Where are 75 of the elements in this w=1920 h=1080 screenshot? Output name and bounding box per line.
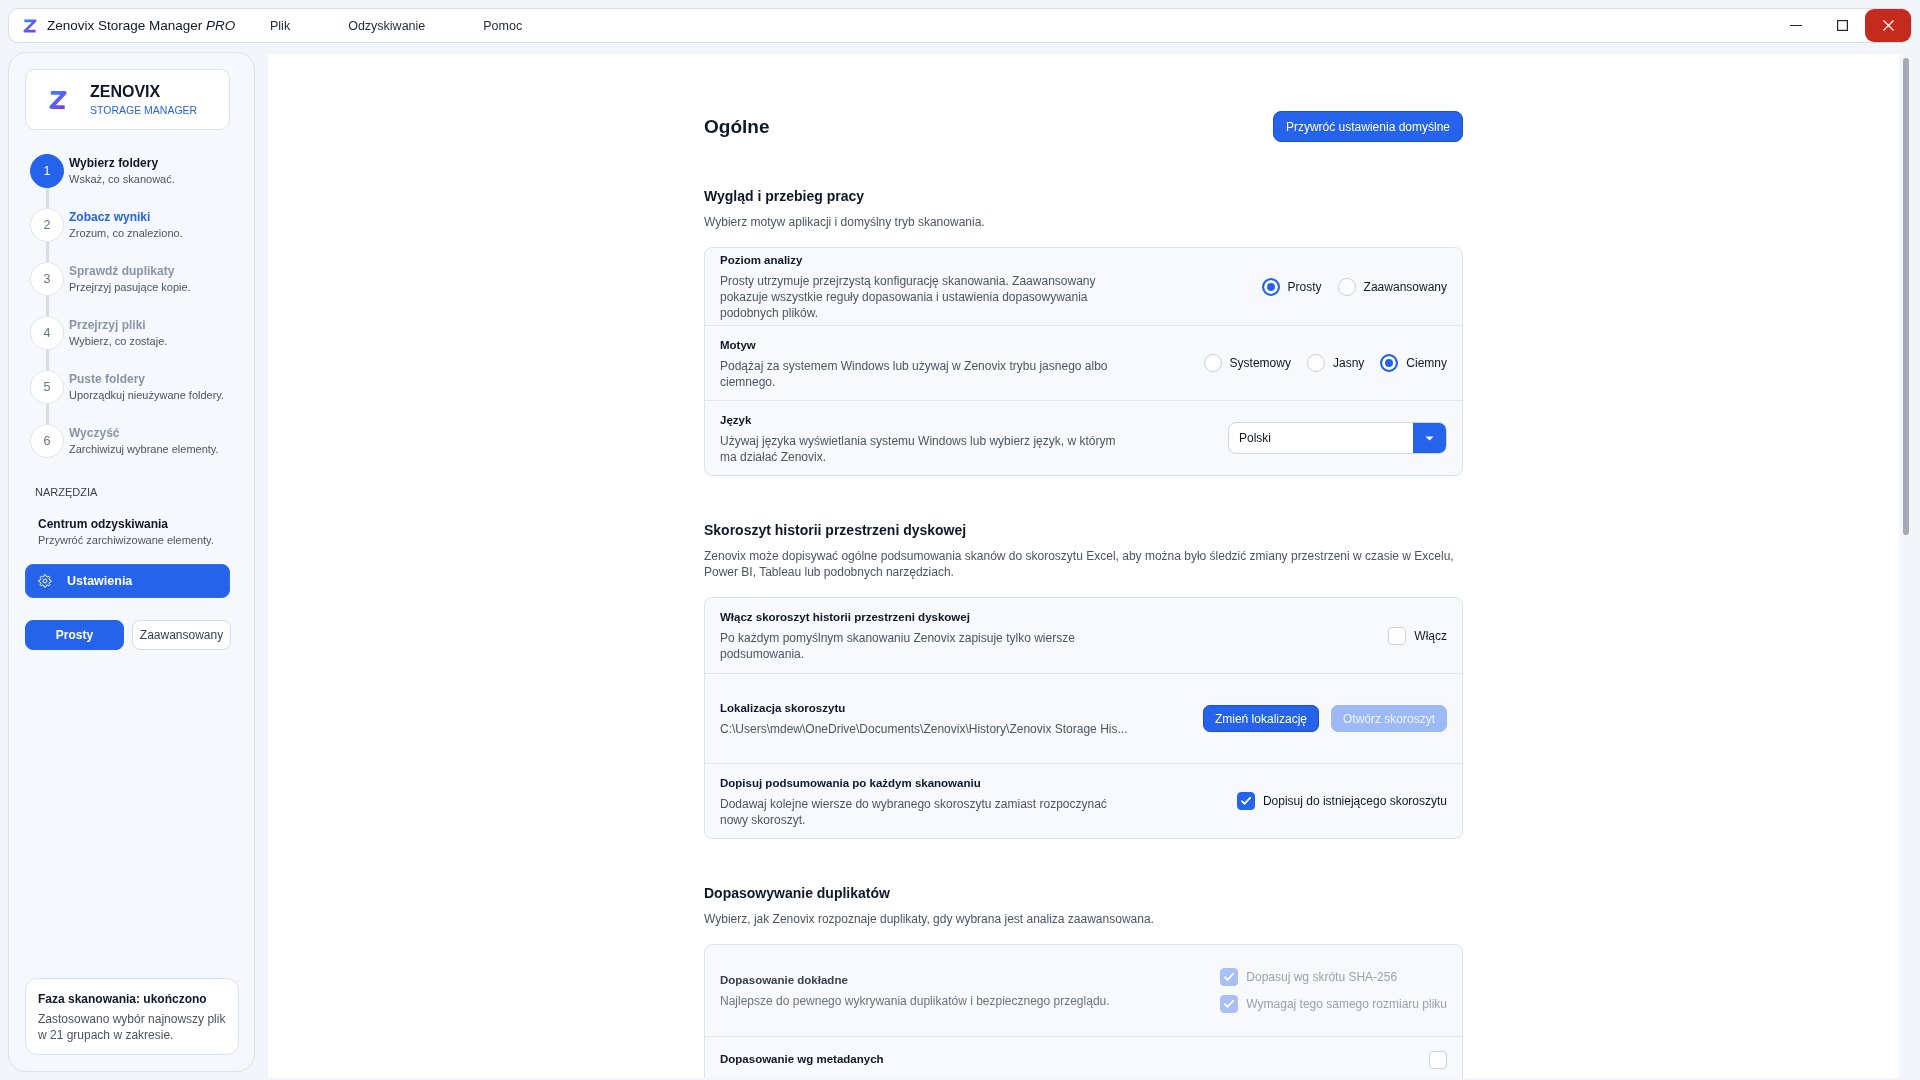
reset-defaults-button[interactable]: Przywróć ustawienia domyślne — [1272, 111, 1463, 142]
radio-label[interactable]: Ciemny — [1406, 356, 1447, 370]
step-number: 5 — [30, 370, 64, 404]
action-button[interactable]: Zmień lokalizację — [1202, 705, 1319, 732]
step-subtitle: Przejrzyj pasujące kopie. — [69, 280, 191, 295]
step-subtitle: Uporządkuj nieużywane foldery. — [69, 388, 225, 403]
menu-item[interactable]: Odzyskiwanie — [338, 14, 436, 37]
maximize-icon — [1836, 20, 1848, 31]
settings-nav-button[interactable]: Ustawienia — [25, 564, 230, 598]
setting-title: Dopasowanie dokładne — [720, 973, 848, 988]
section-description: Zenovix może dopisywać ogólne podsumowania skanów do skoroszytu Excel, aby można było śledzić zmiany przestrzeni w czasie w Excelu, Power BI, Tableau lub podobnych narzędziach. — [704, 548, 1455, 580]
checkbox-label[interactable]: Dopisuj do istniejącego skoroszytu — [1262, 794, 1447, 808]
scrollbar-thumb[interactable] — [1903, 58, 1909, 535]
radio-button[interactable] — [1261, 277, 1280, 296]
checkbox[interactable] — [1236, 792, 1255, 810]
step-title[interactable]: Wybierz foldery — [69, 155, 175, 171]
checkmark-icon — [1240, 797, 1251, 805]
step-number: 2 — [30, 208, 64, 242]
logo-icon — [48, 89, 67, 110]
step-subtitle: Wskaż, co skanować. — [69, 172, 175, 187]
setting-description: Po każdym pomyślnym skanowaniu Zenovix zapisuje tylko wiersze podsumowania. — [720, 630, 1076, 662]
step-number: 6 — [30, 424, 64, 458]
setting-title: Włącz skoroszyt historii przestrzeni dyskowej — [720, 610, 970, 625]
setting-title: Poziom analizy — [720, 253, 803, 268]
section-title: Skoroszyt historii przestrzeni dyskowej — [704, 521, 968, 540]
language-dropdown[interactable]: Polski — [1228, 422, 1447, 454]
step-subtitle: Wybierz, co zostaje. — [69, 334, 168, 349]
radio-label[interactable]: Zaawansowany — [1363, 279, 1447, 294]
radio-label[interactable]: Systemowy — [1229, 356, 1291, 370]
menu-item[interactable]: Plik — [260, 14, 301, 37]
section-description: Wybierz, jak Zenovix rozpoznaje duplikaty, gdy wybrana jest analiza zaawansowana. — [704, 911, 1155, 927]
close-icon — [1882, 20, 1894, 31]
checkbox-label[interactable]: Włącz — [1414, 628, 1447, 643]
setting-description: Podążaj za systemem Windows lub używaj w Zenovix trybu jasnego albo ciemnego. — [720, 357, 1109, 390]
status-title: Faza skanowania: ukończono — [38, 991, 208, 1007]
window-title: Zenovix Storage Manager PRO — [47, 18, 237, 33]
setting-title: Dopasowanie wg metadanych — [720, 1052, 884, 1067]
logo-icon — [22, 18, 37, 33]
checkmark-icon — [1224, 973, 1235, 981]
setting-description: Używaj języka wyświetlania systemu Windows lub wybierz język, w którym ma działać Zenovix. — [720, 432, 1117, 465]
menu-item[interactable]: Pomoc — [473, 14, 533, 37]
close-button[interactable] — [1865, 9, 1911, 42]
radio-button[interactable] — [1380, 354, 1399, 372]
section-title: Dopasowywanie duplikatów — [704, 884, 891, 903]
brand-name: ZENOVIX — [90, 82, 162, 101]
setting-title: Lokalizacja skoroszytu — [720, 701, 846, 716]
step-title[interactable]: Zobacz wyniki — [69, 209, 183, 225]
mode-toggle-button[interactable]: Prosty — [25, 620, 124, 650]
radio-label[interactable]: Prosty — [1287, 279, 1322, 294]
tool-title[interactable]: Centrum odzyskiwania — [38, 516, 169, 532]
status-text: Zastosowano wybór najnowszy plik w 21 grupach w zakresie. — [38, 1011, 226, 1043]
step-number: 4 — [30, 316, 64, 350]
mode-toggle-button[interactable]: Zaawansowany — [132, 620, 231, 650]
setting-title: Dopisuj podsumowania po każdym skanowaniu — [720, 775, 981, 791]
caret-down-icon[interactable] — [1413, 423, 1446, 453]
step-subtitle: Zarchiwizuj wybrane elementy. — [69, 442, 219, 457]
radio-label[interactable]: Jasny — [1332, 356, 1365, 370]
file-path: C:\Users\mdew\OneDrive\Documents\Zenovix\History\Zenovix Storage His... — [720, 721, 1128, 737]
section-heading: NARZĘDZIA — [34, 485, 98, 499]
section-title: Wygląd i przebieg pracy — [704, 187, 865, 206]
step-subtitle: Zrozum, co znaleziono. — [69, 226, 183, 241]
setting-title: Motyw — [720, 337, 756, 353]
setting-title: Język — [720, 412, 752, 428]
setting-description: Prosty utrzymuje przejrzystą konfigurację skanowania. Zaawansowany pokazuje wszystkie reguły dopasowania i ustawienia dopasowywania podobnych plików. — [720, 273, 1097, 321]
brand-subtitle: STORAGE MANAGER — [90, 103, 198, 117]
step-number: 1 — [30, 154, 64, 188]
settings-icon — [38, 574, 52, 588]
page-title: Ogólne — [704, 115, 770, 138]
checkmark-icon — [1224, 1000, 1235, 1008]
section-description: Wybierz motyw aplikacji i domyślny tryb skanowania. — [704, 214, 986, 230]
setting-description: Dodawaj kolejne wiersze do wybranego skoroszytu zamiast rozpoczynać nowy skoroszyt. — [720, 795, 1108, 828]
tool-subtitle: Przywróć zarchiwizowane elementy. — [38, 533, 214, 548]
minimize-icon — [1790, 25, 1802, 26]
step-number: 3 — [30, 262, 64, 296]
setting-description: Najlepsze do pewnego wykrywania duplikatów i bezpiecznego przeglądu. — [720, 993, 1110, 1009]
